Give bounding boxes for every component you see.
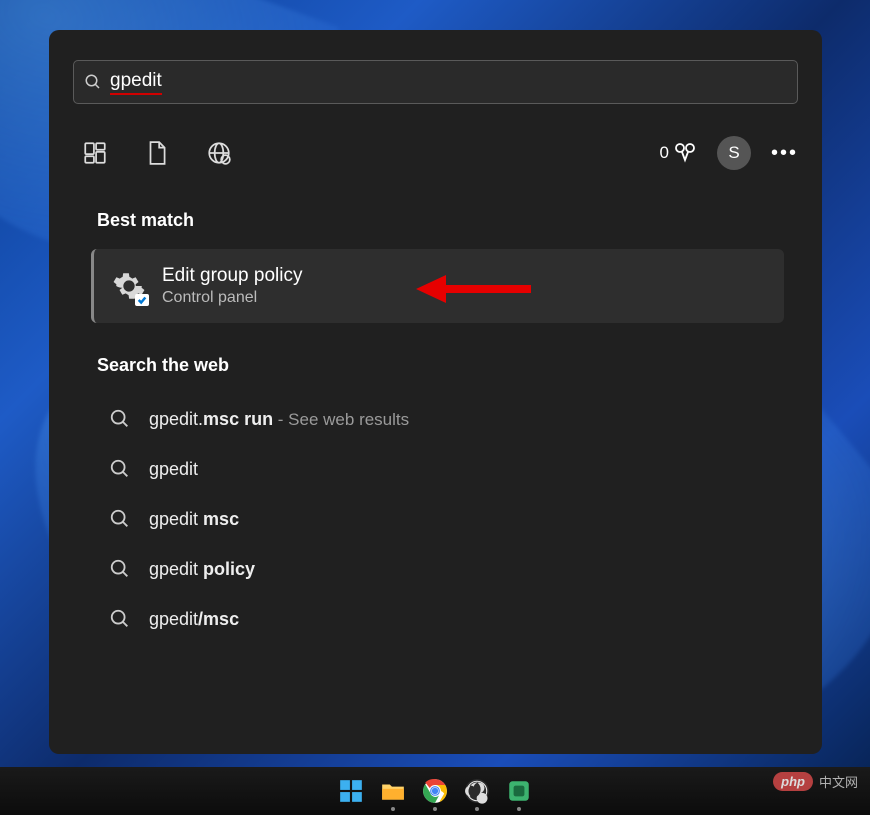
web-result-item[interactable]: gpedit/msc [91,594,784,644]
documents-filter-icon[interactable] [143,139,171,167]
user-avatar[interactable]: S [717,136,751,170]
rewards-badge[interactable]: 0 [660,141,697,165]
more-options-icon[interactable]: ••• [771,142,798,165]
best-match-result[interactable]: Edit group policy Control panel [91,249,784,323]
app-icon[interactable] [505,777,533,805]
search-panel: gpedit 0 S ••• Best match [49,30,822,754]
start-button-icon[interactable] [337,777,365,805]
web-result-item[interactable]: gpedit.msc run - See web results [91,394,784,444]
web-filter-icon[interactable] [205,139,233,167]
avatar-initial: S [728,143,739,163]
watermark-text: 中文网 [819,772,858,791]
watermark: php 中文网 [773,772,858,791]
search-icon [109,508,131,530]
search-icon [109,608,131,630]
rewards-count: 0 [660,143,669,163]
search-icon [109,408,131,430]
search-web-heading: Search the web [97,355,822,376]
check-badge-icon [135,294,149,306]
search-icon [109,458,131,480]
taskbar [0,767,870,815]
web-results-list: gpedit.msc run - See web results gpedit … [91,394,784,644]
obs-icon[interactable] [463,777,491,805]
file-explorer-icon[interactable] [379,777,407,805]
best-match-subtitle: Control panel [162,289,302,307]
chrome-icon[interactable] [421,777,449,805]
watermark-badge: php [773,772,813,791]
medal-icon [673,141,697,165]
search-input-box[interactable]: gpedit [73,60,798,104]
search-icon [84,73,102,91]
web-result-item[interactable]: gpedit msc [91,494,784,544]
search-icon [109,558,131,580]
gear-icon [112,269,146,303]
search-query-text: gpedit [110,70,162,95]
apps-filter-icon[interactable] [81,139,109,167]
web-result-label: gpedit.msc run - See web results [149,409,409,430]
best-match-heading: Best match [97,210,822,231]
web-result-label: gpedit msc [149,509,239,530]
web-result-label: gpedit/msc [149,609,239,630]
arrow-annotation-icon [416,259,536,319]
web-result-item[interactable]: gpedit [91,444,784,494]
best-match-title: Edit group policy [162,265,302,287]
web-result-item[interactable]: gpedit policy [91,544,784,594]
web-result-label: gpedit [149,459,198,480]
filter-bar: 0 S ••• [73,128,798,178]
web-result-label: gpedit policy [149,559,255,580]
